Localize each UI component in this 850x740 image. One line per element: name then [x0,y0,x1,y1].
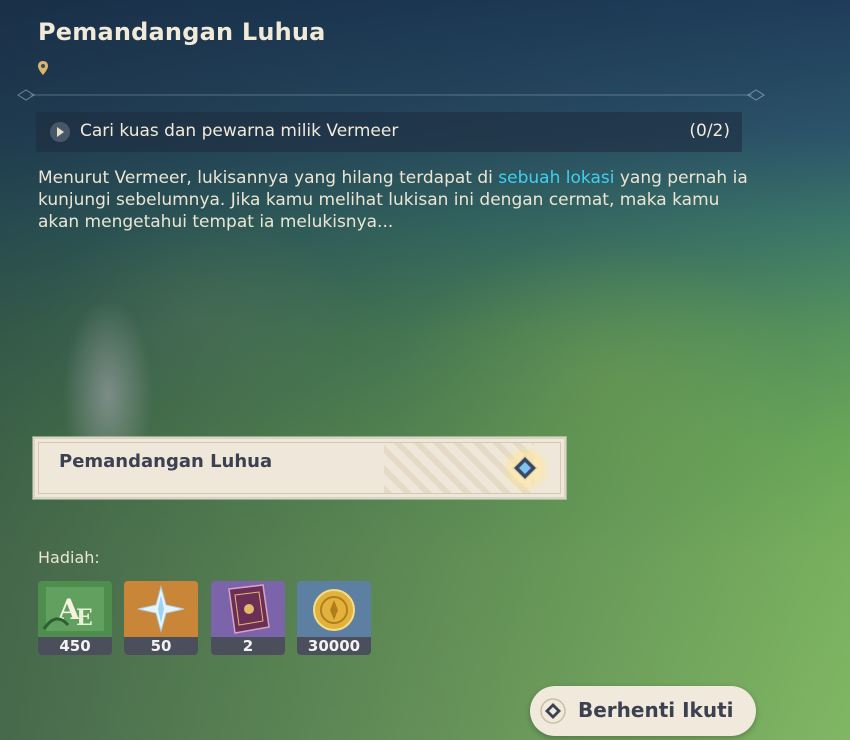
waypoint-diamond-icon [512,455,538,481]
reward-count: 450 [38,637,112,655]
objective-text: Cari kuas dan pewarna milik Vermeer [80,121,399,141]
stop-tracking-button[interactable]: Berhenti Ikuti [530,686,756,736]
reward-count: 50 [124,637,198,655]
location-pin-icon [38,61,48,75]
quest-title: Pemandangan Luhua [38,18,326,46]
location-card[interactable]: Pemandangan Luhua [33,437,566,499]
reward-count: 2 [211,637,285,655]
quest-objective: Cari kuas dan pewarna milik Vermeer (0/2… [36,112,742,152]
primogem-icon [124,581,198,637]
adventure-exp-icon: A E [38,581,112,637]
stop-tracking-label: Berhenti Ikuti [578,698,734,722]
heros-wit-book-icon [211,581,285,637]
description-highlight[interactable]: sebuah lokasi [498,168,614,188]
reward-mora[interactable]: 30000 [297,581,371,655]
header-divider [17,89,765,101]
rewards-label: Hadiah: [38,548,100,567]
svg-text:E: E [76,605,93,631]
reward-primogem[interactable]: 50 [124,581,198,655]
reward-adventure-exp[interactable]: A E 450 [38,581,112,655]
description-text: Menurut Vermeer, lukisannya yang hilang … [38,168,499,188]
quest-description: Menurut Vermeer, lukisannya yang hilang … [38,167,758,233]
mora-coin-icon [297,581,371,637]
objective-progress: (0/2) [689,121,730,141]
diamond-icon [540,698,566,724]
objective-arrow-icon [50,122,70,142]
reward-heros-wit[interactable]: 2 [211,581,285,655]
location-label: Pemandangan Luhua [59,451,273,472]
reward-count: 30000 [297,637,371,655]
